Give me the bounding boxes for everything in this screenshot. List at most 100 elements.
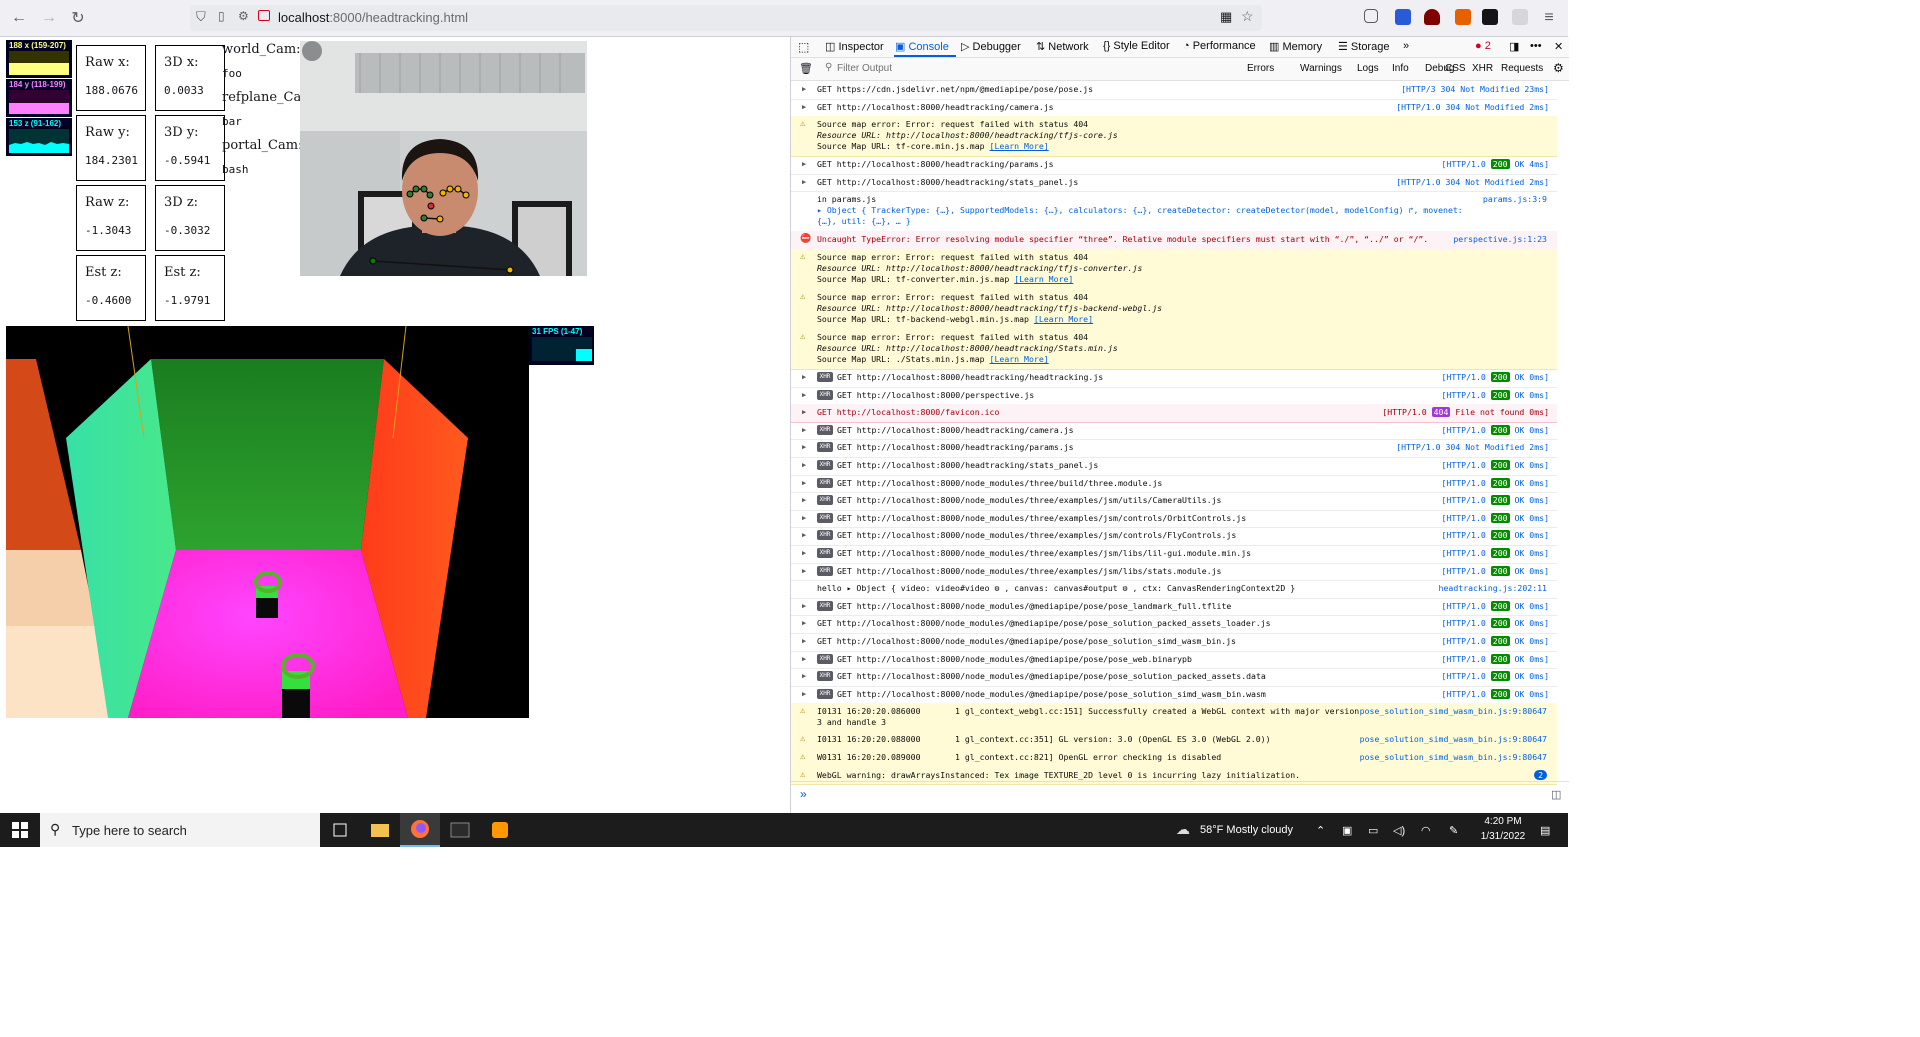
filter-requests-button[interactable]: Requests — [1501, 63, 1543, 74]
console-row[interactable]: ▶ XHR GET http://localhost:8000/node_modul… — [791, 527, 1557, 546]
request-url[interactable]: GET http://localhost:8000/node_modules/@… — [817, 618, 1271, 628]
tab-console[interactable]: ▣ Console — [895, 40, 949, 53]
tab-style-editor[interactable]: {} Style Editor — [1103, 40, 1170, 52]
console-row[interactable]: ▶ XHR GET http://localhost:8000/headtracki… — [791, 457, 1557, 476]
reload-icon[interactable]: ↻ — [66, 6, 90, 30]
menu-icon[interactable]: ≡ — [1537, 6, 1561, 30]
request-url[interactable]: GET http://localhost:8000/node_modules/@… — [837, 654, 1192, 664]
dock-icon[interactable]: ◨ — [1509, 40, 1519, 53]
request-url[interactable]: GET http://localhost:8000/headtracking/p… — [837, 442, 1074, 452]
tab-performance[interactable]: ◔ Performance — [1183, 40, 1256, 52]
notification-app-icon[interactable]: ▣ — [1342, 824, 1352, 837]
console-row[interactable]: ⛔ Uncaught TypeError: Error resolving mod… — [791, 231, 1557, 250]
filter-input[interactable]: Filter Output — [837, 63, 892, 74]
wifi-icon[interactable]: ◠ — [1421, 824, 1431, 837]
console-row[interactable]: hello ▸ Object { video: video#video ⚙ , … — [791, 580, 1557, 599]
tab-debugger[interactable]: ▷ Debugger — [961, 40, 1021, 53]
expand-arrow-icon[interactable]: ▶ — [802, 514, 806, 522]
expand-arrow-icon[interactable]: ▶ — [802, 619, 806, 627]
console-row[interactable]: ▶ GET http://localhost:8000/headtracking/… — [791, 156, 1557, 175]
request-url[interactable]: GET http://localhost:8000/node_modules/@… — [837, 601, 1231, 611]
filter-xhr-button[interactable]: XHR — [1472, 63, 1493, 74]
close-devtools-icon[interactable]: ✕ — [1554, 40, 1563, 53]
expand-arrow-icon[interactable]: ▶ — [802, 496, 806, 504]
console-row[interactable]: ▶ XHR GET http://localhost:8000/node_modul… — [791, 492, 1557, 511]
console-row[interactable]: ▶ XHR GET http://localhost:8000/perspectiv… — [791, 387, 1557, 406]
expand-arrow-icon[interactable]: ▶ — [802, 655, 806, 663]
expand-arrow-icon[interactable]: ▶ — [802, 531, 806, 539]
url-text[interactable]: localhost:8000/headtracking.html — [278, 10, 468, 25]
extensions-menu-icon[interactable] — [1482, 9, 1498, 25]
console-row[interactable]: ▶ GET http://localhost:8000/headtracking/… — [791, 174, 1557, 193]
volume-icon[interactable]: ◁) — [1393, 824, 1405, 837]
expand-arrow-icon[interactable]: ▶ — [802, 426, 806, 434]
request-url[interactable]: GET http://localhost:8000/node_modules/t… — [837, 495, 1222, 505]
filter-info-button[interactable]: Info — [1392, 63, 1409, 74]
learn-more-link[interactable]: [Learn More] — [990, 354, 1049, 364]
source-link[interactable]: params.js:3:9 — [1483, 194, 1547, 204]
console-row[interactable]: ▶ GET http://localhost:8000/node_modules/… — [791, 633, 1557, 652]
expand-arrow-icon[interactable]: ▶ — [802, 602, 806, 610]
more-tabs-icon[interactable]: » — [1403, 40, 1409, 52]
terminal-icon[interactable] — [440, 813, 480, 847]
request-url[interactable]: GET http://localhost:8000/node_modules/@… — [837, 671, 1266, 681]
tab-inspector[interactable]: ◫ Inspector — [825, 40, 884, 53]
request-url[interactable]: GET http://localhost:8000/headtracking/s… — [837, 460, 1098, 470]
request-url[interactable]: GET http://localhost:8000/headtracking/s… — [817, 177, 1078, 187]
expand-arrow-icon[interactable]: ▶ — [802, 391, 806, 399]
console-row[interactable]: ▶ XHR GET http://localhost:8000/headtracki… — [791, 439, 1557, 458]
firefox-icon[interactable] — [400, 813, 440, 847]
request-url[interactable]: GET http://localhost:8000/headtracking/c… — [837, 425, 1074, 435]
expand-arrow-icon[interactable]: ▶ — [802, 85, 806, 93]
request-url[interactable]: GET https://cdn.jsdelivr.net/npm/@mediap… — [817, 84, 1093, 94]
extension-icon[interactable] — [1512, 9, 1528, 25]
console-row[interactable]: ▶ GET http://localhost:8000/headtracking/… — [791, 99, 1557, 118]
pen-icon[interactable]: ✎ — [1449, 824, 1458, 837]
expand-arrow-icon[interactable]: ▶ — [802, 160, 806, 168]
request-url[interactable]: GET http://localhost:8000/node_modules/t… — [837, 513, 1246, 523]
console-row[interactable]: ▶ GET http://localhost:8000/node_modules/… — [791, 615, 1557, 634]
learn-more-link[interactable]: [Learn More] — [1034, 314, 1093, 324]
task-view-icon[interactable] — [320, 813, 360, 847]
request-url[interactable]: GET http://localhost:8000/headtracking/h… — [837, 372, 1103, 382]
console-row[interactable]: ⚠ Source map error: Error: request failed… — [791, 249, 1557, 290]
extension-icon[interactable] — [1455, 9, 1471, 25]
repeat-count-badge[interactable]: 2 — [1534, 769, 1547, 780]
console-row[interactable]: in params.js ▸ Object { TrackerType: {…},… — [791, 191, 1557, 233]
filter-logs-button[interactable]: Logs — [1357, 63, 1379, 74]
request-url[interactable]: GET http://localhost:8000/node_modules/@… — [817, 636, 1236, 646]
bookmark-star-icon[interactable]: ☆ — [1241, 8, 1254, 25]
request-url[interactable]: GET http://localhost:8000/node_modules/t… — [837, 548, 1251, 558]
expand-arrow-icon[interactable]: ▶ — [802, 443, 806, 451]
request-url[interactable]: GET http://localhost:8000/perspective.js — [837, 390, 1034, 400]
weather-text[interactable]: 58°F Mostly cloudy — [1200, 824, 1293, 836]
windows-start-icon[interactable] — [12, 822, 28, 838]
taskbar-search-box[interactable]: ⚲ Type here to search — [40, 813, 320, 847]
request-url[interactable]: GET http://localhost:8000/node_modules/@… — [837, 689, 1266, 699]
editor-mode-icon[interactable]: ◫ — [1551, 788, 1561, 801]
sublime-text-icon[interactable] — [480, 813, 520, 847]
source-link[interactable]: pose_solution_simd_wasm_bin.js:9:80647 — [1360, 706, 1547, 716]
ublock-icon[interactable] — [1424, 9, 1440, 25]
console-row[interactable]: ⚠ Source map error: Error: request failed… — [791, 116, 1557, 158]
tab-network[interactable]: ⇅ Network — [1036, 40, 1089, 53]
console-row[interactable]: ⚠ I0131 16:20:20.086000 1 gl_context_webg… — [791, 703, 1557, 733]
console-row[interactable]: ▶ XHR GET http://localhost:8000/headtracki… — [791, 422, 1557, 441]
learn-more-link[interactable]: [Learn More] — [990, 141, 1049, 151]
expand-arrow-icon[interactable]: ▶ — [802, 373, 806, 381]
expand-arrow-icon[interactable]: ▶ — [802, 690, 806, 698]
console-row[interactable]: ⚠ Source map error: Error: request failed… — [791, 289, 1557, 330]
clock-date[interactable]: 1/31/2022 — [1476, 831, 1530, 842]
clear-console-icon[interactable]: 🗑 — [799, 62, 813, 75]
expand-arrow-icon[interactable]: ▶ — [802, 567, 806, 575]
shield-icon[interactable]: ⛉ — [196, 9, 206, 25]
element-picker-icon[interactable]: ⬚ — [798, 40, 809, 54]
source-link[interactable]: pose_solution_simd_wasm_bin.js:9:80647 — [1360, 734, 1547, 744]
file-explorer-icon[interactable] — [360, 813, 400, 847]
tab-memory[interactable]: ▥ Memory — [1269, 40, 1322, 53]
filter-errors-button[interactable]: Errors — [1247, 63, 1274, 74]
expand-arrow-icon[interactable]: ▶ — [802, 178, 806, 186]
pocket-icon[interactable] — [1364, 9, 1378, 23]
request-url[interactable]: GET http://localhost:8000/node_modules/t… — [837, 478, 1162, 488]
source-link[interactable]: perspective.js:1:23 — [1453, 234, 1547, 244]
